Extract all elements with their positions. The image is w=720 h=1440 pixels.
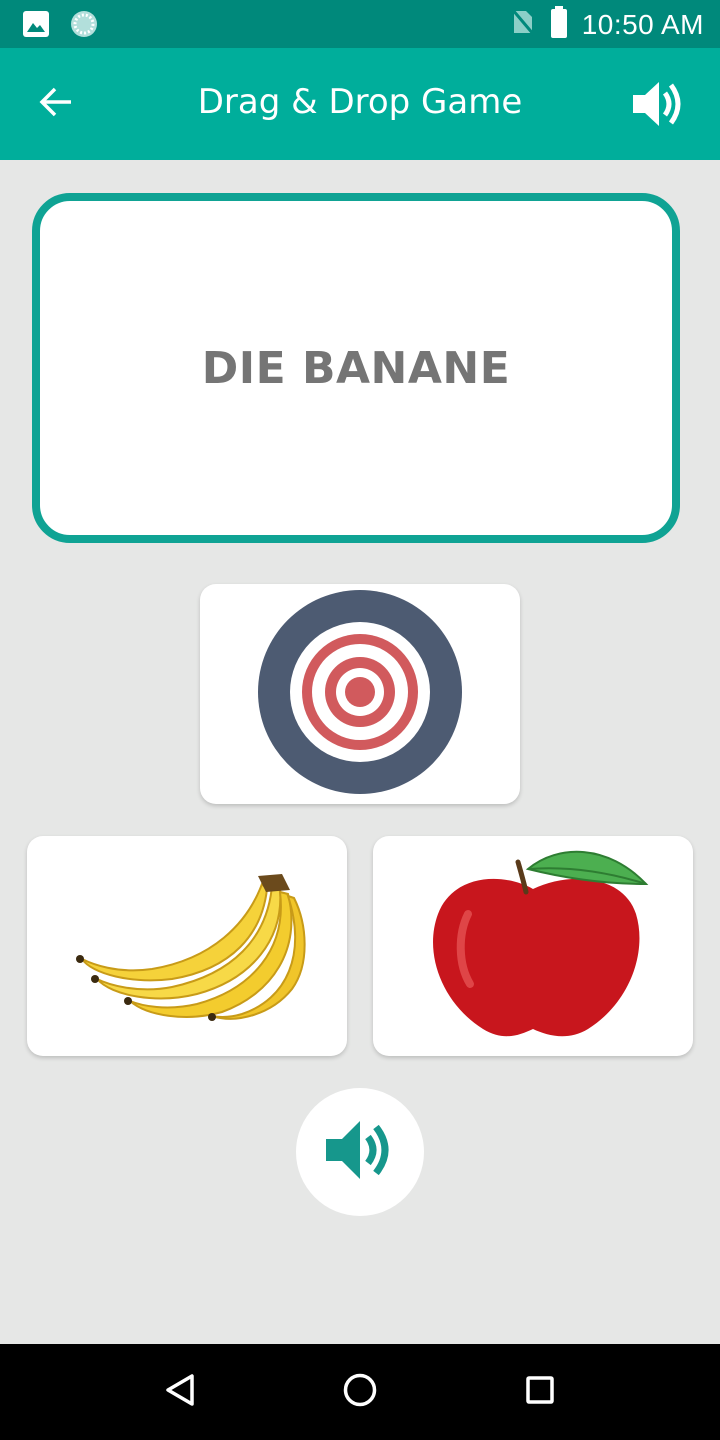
volume-icon <box>631 79 685 134</box>
apple-image <box>408 844 658 1049</box>
status-bar: 10:50 AM <box>0 0 720 48</box>
app-bar: Drag & Drop Game <box>0 48 720 160</box>
no-sim-icon <box>510 7 536 42</box>
battery-icon <box>550 6 568 43</box>
nav-recents-button[interactable] <box>516 1368 564 1416</box>
drop-target[interactable] <box>200 584 520 804</box>
nav-home-button[interactable] <box>336 1368 384 1416</box>
banana-card[interactable] <box>27 836 347 1056</box>
back-triangle-icon <box>164 1373 196 1412</box>
apple-card[interactable] <box>373 836 693 1056</box>
navigation-bar <box>0 1344 720 1440</box>
sound-button[interactable] <box>628 76 688 136</box>
image-icon <box>22 10 50 43</box>
play-sound-button[interactable] <box>296 1088 424 1216</box>
target-icon <box>257 589 463 800</box>
word-card: DIE BANANE <box>32 193 680 543</box>
recents-square-icon <box>525 1375 555 1410</box>
sync-icon <box>70 10 98 43</box>
volume-icon <box>324 1117 396 1188</box>
nav-back-button[interactable] <box>156 1368 204 1416</box>
banana-image <box>62 864 312 1029</box>
page-title: Drag & Drop Game <box>197 82 523 122</box>
home-circle-icon <box>343 1373 377 1412</box>
status-time: 10:50 AM <box>581 8 704 40</box>
word-label: DIE BANANE <box>201 342 511 394</box>
